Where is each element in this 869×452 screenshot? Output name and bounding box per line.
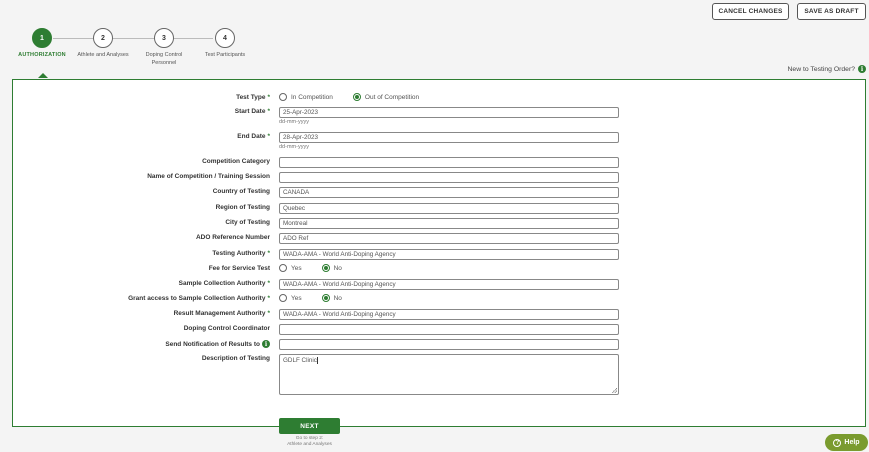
competition-category-label: Competition Category — [202, 158, 270, 165]
description-textarea[interactable]: GDLF Clinic — [279, 354, 619, 395]
step-doping-control-personnel[interactable]: 3 Doping Control Personnel — [134, 28, 194, 67]
start-date-field[interactable]: 25-Apr-2023 — [279, 107, 619, 118]
fee-yes-radio[interactable]: Yes — [279, 264, 302, 272]
ado-ref-field[interactable]: ADO Ref — [279, 233, 619, 244]
step-test-participants[interactable]: 4 Test Participants — [195, 28, 255, 60]
test-type-radio-group: In Competition Out of Competition — [279, 93, 419, 101]
required-marker: * — [267, 310, 270, 317]
step-number: 4 — [215, 28, 235, 48]
fee-no-radio[interactable]: No — [321, 264, 342, 272]
city-field[interactable]: Montreal — [279, 218, 619, 229]
sample-collection-authority-field[interactable]: WADA-AMA - World Anti-Doping Agency — [279, 279, 619, 290]
notification-label: Send Notification of Results to — [165, 340, 260, 348]
city-row: City of Testing Montreal — [13, 218, 865, 230]
testing-authority-row: Testing Authority * WADA-AMA - World Anti… — [13, 249, 865, 261]
start-date-label: Start Date — [234, 108, 266, 115]
step-label: Athlete and Analyses — [77, 52, 129, 58]
competition-name-row: Name of Competition / Training Session — [13, 172, 865, 184]
start-date-row: Start Date * 25-Apr-2023 dd-mm-yyyy — [13, 107, 865, 125]
progress-stepper: 1 AUTHORIZATION 2 Athlete and Analyses 3… — [14, 28, 264, 68]
active-step-caret — [38, 73, 48, 78]
next-hint: Go to step 2: Athlete and Analyses — [287, 436, 332, 447]
city-label: City of Testing — [225, 219, 270, 226]
description-text: GDLF Clinic — [283, 357, 317, 365]
country-label: Country of Testing — [212, 188, 270, 195]
question-icon: ? — [833, 438, 842, 447]
fee-for-service-row: Fee for Service Test Yes No — [13, 264, 865, 276]
step-number: 3 — [154, 28, 174, 48]
step-label: Test Participants — [204, 52, 246, 58]
competition-category-row: Competition Category — [13, 157, 865, 169]
grant-access-row: Grant access to Sample Collection Author… — [13, 294, 865, 306]
sample-collection-authority-row: Sample Collection Authority * WADA-AMA - … — [13, 279, 865, 291]
required-marker: * — [267, 94, 270, 101]
notification-field[interactable] — [279, 339, 619, 350]
dcc-label: Doping Control Coordinator — [183, 325, 270, 332]
region-field[interactable]: Quebec — [279, 203, 619, 214]
country-field[interactable]: CANADA — [279, 187, 619, 198]
ado-ref-row: ADO Reference Number ADO Ref — [13, 233, 865, 245]
ado-ref-label: ADO Reference Number — [195, 234, 270, 241]
required-marker: * — [267, 295, 270, 302]
info-icon[interactable]: i — [858, 65, 866, 73]
test-type-row: Test Type * In Competition Out of Competi… — [13, 93, 865, 105]
testing-authority-field[interactable]: WADA-AMA - World Anti-Doping Agency — [279, 249, 619, 260]
dcc-field[interactable] — [279, 324, 619, 335]
notification-row: Send Notification of Results to i — [13, 339, 865, 351]
sample-collection-authority-label: Sample Collection Authority — [178, 280, 266, 287]
required-marker: * — [267, 250, 270, 257]
end-date-label: End Date — [237, 133, 266, 140]
required-marker: * — [267, 133, 270, 140]
competition-name-label: Name of Competition / Training Session — [147, 173, 270, 180]
help-label: Help — [844, 439, 860, 446]
new-to-label: New to Testing Order? — [787, 65, 856, 73]
out-of-competition-radio[interactable]: Out of Competition — [352, 93, 419, 101]
step-label: Doping Control Personnel — [145, 52, 183, 66]
description-row: Description of Testing GDLF Clinic — [13, 354, 865, 395]
testing-authority-label: Testing Authority — [212, 250, 266, 257]
step-athlete-and-analyses[interactable]: 2 Athlete and Analyses — [73, 28, 133, 60]
end-date-field[interactable]: 28-Apr-2023 — [279, 132, 619, 143]
competition-category-field[interactable] — [279, 157, 619, 168]
step-label: AUTHORIZATION — [18, 52, 66, 58]
grant-access-no-radio[interactable]: No — [321, 294, 342, 302]
end-date-row: End Date * 28-Apr-2023 dd-mm-yyyy — [13, 132, 865, 150]
authorization-form-panel: Test Type * In Competition Out of Competi… — [12, 79, 866, 427]
fee-for-service-label: Fee for Service Test — [208, 265, 270, 272]
competition-name-field[interactable] — [279, 172, 619, 183]
grant-access-label: Grant access to Sample Collection Author… — [128, 295, 266, 302]
text-cursor — [316, 357, 318, 364]
country-row: Country of Testing CANADA — [13, 187, 865, 199]
cancel-changes-button[interactable]: CANCEL CHANGES — [712, 3, 789, 20]
save-as-draft-button[interactable]: SAVE AS DRAFT — [797, 3, 866, 20]
result-management-authority-row: Result Management Authority * WADA-AMA - … — [13, 309, 865, 321]
grant-access-radio-group: Yes No — [279, 294, 342, 302]
new-to-testing-order-link[interactable]: New to Testing Order? i — [787, 65, 866, 73]
test-type-label: Test Type — [236, 94, 266, 101]
grant-access-yes-radio[interactable]: Yes — [279, 294, 302, 302]
next-button[interactable]: NEXT — [279, 418, 340, 434]
result-management-authority-field[interactable]: WADA-AMA - World Anti-Doping Agency — [279, 309, 619, 320]
result-management-authority-label: Result Management Authority — [173, 310, 266, 317]
step-number: 2 — [93, 28, 113, 48]
required-marker: * — [267, 280, 270, 287]
fee-for-service-radio-group: Yes No — [279, 264, 342, 272]
end-date-hint: dd-mm-yyyy — [279, 144, 309, 150]
help-button[interactable]: ? Help — [825, 434, 868, 451]
region-row: Region of Testing Quebec — [13, 203, 865, 215]
dcc-row: Doping Control Coordinator — [13, 324, 865, 336]
start-date-hint: dd-mm-yyyy — [279, 119, 309, 125]
region-label: Region of Testing — [215, 204, 270, 211]
in-competition-radio[interactable]: In Competition — [279, 93, 333, 101]
description-label: Description of Testing — [201, 355, 270, 362]
step-authorization[interactable]: 1 AUTHORIZATION — [12, 28, 72, 60]
step-number: 1 — [32, 28, 52, 48]
required-marker: * — [267, 108, 270, 115]
info-icon[interactable]: i — [262, 340, 270, 348]
resize-handle[interactable] — [612, 388, 617, 393]
